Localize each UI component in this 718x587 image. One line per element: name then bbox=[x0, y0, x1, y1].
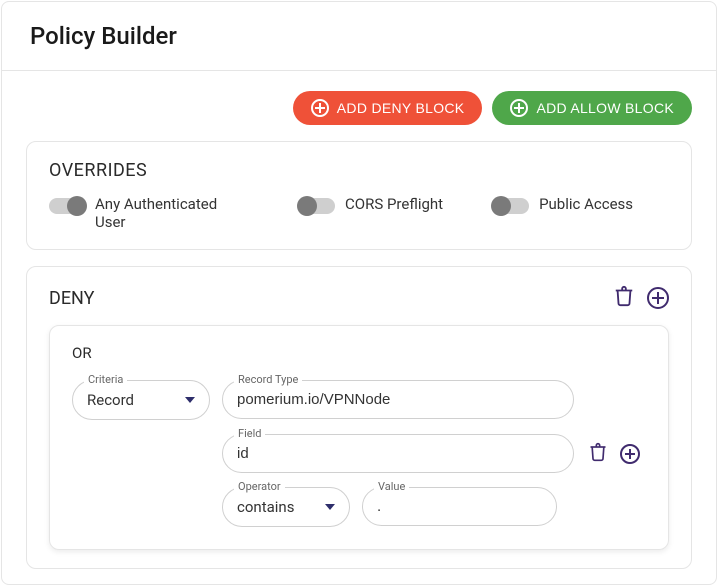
overrides-title: OVERRIDES bbox=[49, 160, 669, 181]
field-row-1: Criteria Record Record Type bbox=[72, 380, 646, 420]
rule-row-actions bbox=[588, 434, 646, 466]
criteria-field: Criteria Record bbox=[72, 380, 210, 420]
criteria-label: Criteria bbox=[84, 373, 127, 386]
value-field: Value bbox=[362, 487, 557, 526]
toggle-cors-preflight: CORS Preflight bbox=[299, 195, 443, 214]
operator-value: contains bbox=[237, 498, 294, 516]
criteria-value: Record bbox=[87, 391, 134, 409]
add-circle-icon[interactable] bbox=[620, 444, 640, 464]
combinator-label: OR bbox=[72, 344, 646, 362]
trash-icon[interactable] bbox=[613, 285, 635, 311]
deny-title: DENY bbox=[49, 288, 94, 309]
trash-icon[interactable] bbox=[588, 442, 608, 466]
action-row: ADD DENY BLOCK ADD ALLOW BLOCK bbox=[26, 91, 692, 125]
operator-label: Operator bbox=[234, 480, 285, 493]
switch-any-auth-user[interactable] bbox=[49, 198, 85, 214]
plus-circle-icon bbox=[510, 99, 528, 117]
toggle-any-auth-user: Any Authenticated User bbox=[49, 195, 249, 231]
page-title: Policy Builder bbox=[30, 22, 688, 50]
field-row-3: Operator contains Value bbox=[222, 487, 646, 527]
add-allow-label: ADD ALLOW BLOCK bbox=[536, 100, 674, 116]
operator-field: Operator contains bbox=[222, 487, 350, 527]
toggle-label: Any Authenticated User bbox=[95, 195, 249, 231]
overrides-card: OVERRIDES Any Authenticated User CORS Pr… bbox=[26, 141, 692, 250]
switch-cors-preflight[interactable] bbox=[299, 198, 335, 214]
field-field: Field bbox=[222, 434, 574, 473]
add-deny-label: ADD DENY BLOCK bbox=[337, 100, 465, 116]
header: Policy Builder bbox=[2, 2, 716, 71]
record-type-field: Record Type bbox=[222, 380, 574, 419]
add-circle-icon[interactable] bbox=[647, 287, 669, 309]
policy-builder-panel: Policy Builder ADD DENY BLOCK ADD ALLOW … bbox=[1, 1, 717, 585]
deny-block-card: DENY OR Criteria Record bbox=[26, 266, 692, 569]
toggle-label: CORS Preflight bbox=[345, 195, 443, 213]
plus-circle-icon bbox=[311, 99, 329, 117]
deny-header: DENY bbox=[49, 285, 669, 311]
record-type-label: Record Type bbox=[234, 373, 302, 386]
add-deny-block-button[interactable]: ADD DENY BLOCK bbox=[293, 91, 483, 125]
field-label: Field bbox=[234, 427, 265, 440]
rule-card: OR Criteria Record Record Type bbox=[49, 325, 669, 550]
body: ADD DENY BLOCK ADD ALLOW BLOCK OVERRIDES… bbox=[2, 71, 716, 585]
chevron-down-icon bbox=[185, 397, 195, 403]
value-label: Value bbox=[374, 480, 409, 493]
deny-block-actions bbox=[613, 285, 669, 311]
operator-select[interactable]: contains bbox=[222, 487, 350, 527]
switch-public-access[interactable] bbox=[493, 198, 529, 214]
field-row-2: Field bbox=[222, 434, 646, 473]
add-allow-block-button[interactable]: ADD ALLOW BLOCK bbox=[492, 91, 692, 125]
field-input[interactable] bbox=[222, 434, 574, 473]
chevron-down-icon bbox=[325, 504, 335, 510]
criteria-select[interactable]: Record bbox=[72, 380, 210, 420]
toggle-label: Public Access bbox=[539, 195, 633, 213]
overrides-row: Any Authenticated User CORS Preflight Pu… bbox=[49, 195, 669, 231]
toggle-public-access: Public Access bbox=[493, 195, 633, 214]
